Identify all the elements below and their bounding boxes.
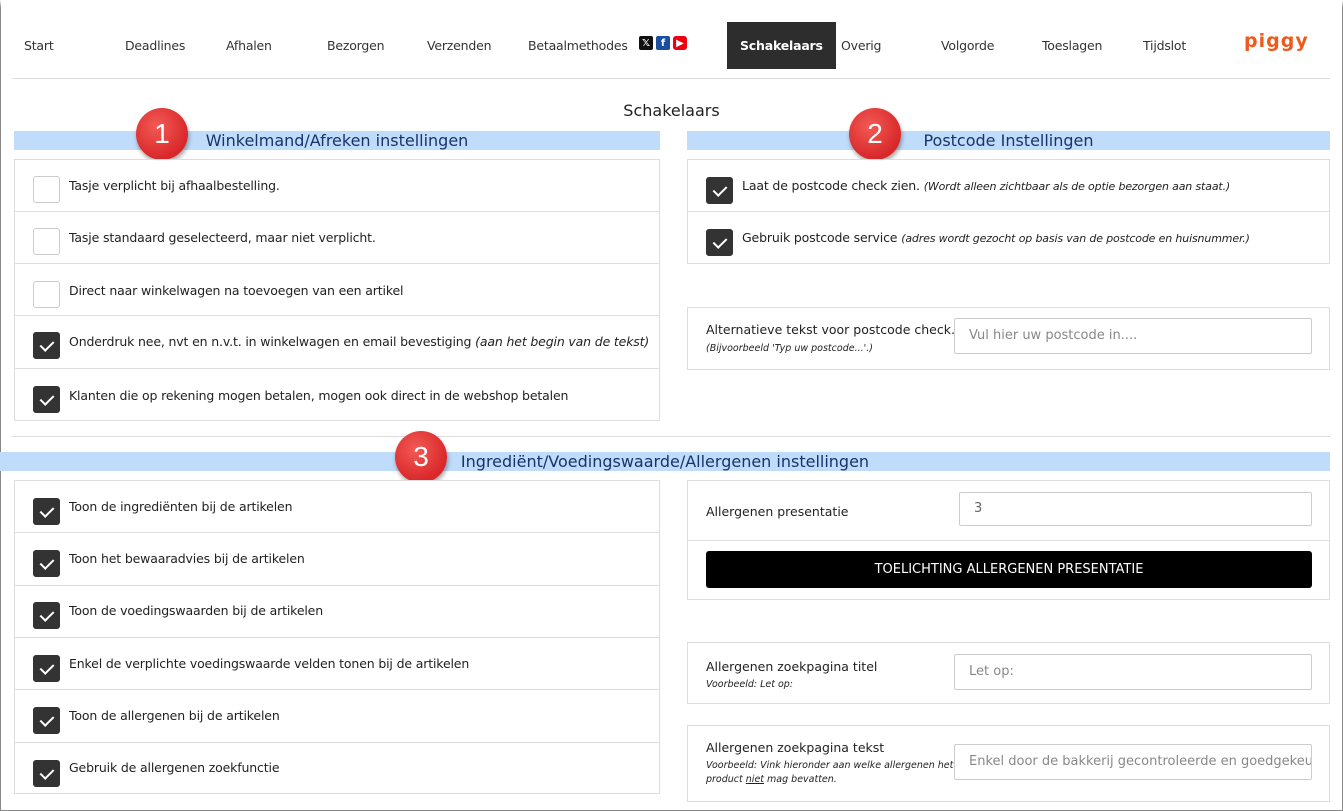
ingredients-checkbox-4[interactable] xyxy=(33,707,60,734)
cart-section-title: Winkelmand/Afreken instellingen xyxy=(14,131,660,150)
row-label: Direct naar winkelwagen na toevoegen van… xyxy=(69,283,404,298)
row-label: Toon de allergenen bij de artikelen xyxy=(69,708,280,723)
nav-start[interactable]: Start xyxy=(24,22,54,69)
badge-2: 2 xyxy=(849,108,901,160)
allergen-search-title-sub: Voorbeeld: Let op: xyxy=(706,679,794,690)
allergen-search-title-input[interactable]: Let op: xyxy=(954,654,1312,690)
facebook-icon[interactable]: f xyxy=(656,36,670,50)
cart-checkbox-0[interactable] xyxy=(33,176,60,203)
ingredients-checkbox-2[interactable] xyxy=(33,602,60,629)
nav-afhalen[interactable]: Afhalen xyxy=(226,22,272,69)
ingredients-checkbox-0[interactable] xyxy=(33,498,60,525)
allergen-search-text-label: Allergenen zoekpagina tekst xyxy=(706,740,885,755)
cart-checkbox-2[interactable] xyxy=(33,281,60,308)
nav-bezorgen[interactable]: Bezorgen xyxy=(327,22,385,69)
list-item: Toon de voedingswaarden bij de artikelen xyxy=(15,586,659,638)
cart-settings-panel: Tasje verplicht bij afhaalbestelling. Ta… xyxy=(14,159,660,421)
row-label-text: Gebruik postcode service xyxy=(742,230,898,245)
nav-schakelaars[interactable]: Schakelaars xyxy=(727,22,836,69)
alt-postcode-label: Alternatieve tekst voor postcode check. xyxy=(706,322,955,337)
sub-line-1: Voorbeeld: Vink hieronder aan welke alle… xyxy=(706,760,954,771)
ingredients-checkbox-1[interactable] xyxy=(33,550,60,577)
row-label: Tasje verplicht bij afhaalbestelling. xyxy=(69,178,280,193)
nav-verzenden[interactable]: Verzenden xyxy=(427,22,492,69)
sub-line-2c: mag bevatten. xyxy=(764,774,837,785)
cart-checkbox-1[interactable] xyxy=(33,228,60,255)
page-title: Schakelaars xyxy=(623,101,720,120)
alt-postcode-sub: (Bijvoorbeeld 'Typ uw postcode...'.) xyxy=(706,343,873,354)
row-label: Onderdruk nee, nvt en n.v.t. in winkelwa… xyxy=(69,334,649,349)
badge-3: 3 xyxy=(395,431,447,483)
nav-betaalmethodes[interactable]: Betaalmethodes xyxy=(528,22,628,69)
ingredients-checkbox-5[interactable] xyxy=(33,760,60,787)
social-links: 𝕏 f ▶ xyxy=(639,36,687,50)
badge-1: 1 xyxy=(136,108,188,160)
row-note: (adres wordt gezocht op basis van de pos… xyxy=(901,232,1250,245)
row-label: Toon de ingrediënten bij de artikelen xyxy=(69,499,293,514)
nav-deadlines[interactable]: Deadlines xyxy=(125,22,185,69)
allergen-search-text-panel: Allergenen zoekpagina tekst Voorbeeld: V… xyxy=(687,725,1330,802)
list-item: Toon de ingrediënten bij de artikelen xyxy=(15,481,659,533)
sub-line-2b: niet xyxy=(745,774,765,785)
allergen-search-title-panel: Allergenen zoekpagina titel Voorbeeld: L… xyxy=(687,642,1330,704)
postcode-section-title: Postcode Instellingen xyxy=(687,131,1330,150)
row-label: Gebruik de allergenen zoekfunctie xyxy=(69,760,280,775)
allergen-search-text-sub: Voorbeeld: Vink hieronder aan welke alle… xyxy=(706,759,953,787)
panel-divider xyxy=(688,540,1329,541)
list-item: Tasje standaard geselecteerd, maar niet … xyxy=(15,212,659,264)
list-item: Gebruik de allergenen zoekfunctie xyxy=(15,743,659,793)
row-label: Klanten die op rekening mogen betalen, m… xyxy=(69,388,569,403)
alt-postcode-text-panel: Alternatieve tekst voor postcode check. … xyxy=(687,307,1330,370)
list-item: Toon de allergenen bij de artikelen xyxy=(15,690,659,743)
postcode-settings-panel: Laat de postcode check zien. (Wordt alle… xyxy=(687,159,1330,264)
row-label: Tasje standaard geselecteerd, maar niet … xyxy=(69,230,376,245)
cart-checkbox-4[interactable] xyxy=(33,386,60,413)
list-item: Direct naar winkelwagen na toevoegen van… xyxy=(15,264,659,316)
list-item: Gebruik postcode service (adres wordt ge… xyxy=(688,212,1329,264)
list-item: Onderdruk nee, nvt en n.v.t. in winkelwa… xyxy=(15,316,659,369)
list-item: Enkel de verplichte voedingswaarde velde… xyxy=(15,638,659,690)
sub-line-2a: product xyxy=(706,774,746,785)
x-icon[interactable]: 𝕏 xyxy=(639,36,653,50)
piggy-logo[interactable]: piggy xyxy=(1244,30,1309,52)
list-item: Tasje verplicht bij afhaalbestelling. xyxy=(15,160,659,212)
row-label: Toon de voedingswaarden bij de artikelen xyxy=(69,603,323,618)
list-item: Klanten die op rekening mogen betalen, m… xyxy=(15,369,659,421)
row-label-text: Onderdruk nee, nvt en n.v.t. in winkelwa… xyxy=(69,334,472,349)
row-label: Toon het bewaaradvies bij de artikelen xyxy=(69,551,305,566)
allergen-presentation-label: Allergenen presentatie xyxy=(706,504,849,519)
cart-checkbox-3[interactable] xyxy=(33,332,60,359)
allergen-presentation-input[interactable]: 3 xyxy=(959,492,1312,526)
nav-toeslagen[interactable]: Toeslagen xyxy=(1042,22,1102,69)
ingredients-section-title: Ingrediënt/Voedingswaarde/Allergenen ins… xyxy=(0,452,1330,471)
nav-tijdslot[interactable]: Tijdslot xyxy=(1143,22,1186,69)
section-divider xyxy=(12,436,1330,437)
row-label: Gebruik postcode service (adres wordt ge… xyxy=(742,230,1250,245)
youtube-icon[interactable]: ▶ xyxy=(673,36,687,50)
allergen-search-title-label: Allergenen zoekpagina titel xyxy=(706,659,878,674)
row-label: Enkel de verplichte voedingswaarde velde… xyxy=(69,656,470,671)
postcode-checkbox-1[interactable] xyxy=(706,229,733,256)
row-label-text: Laat de postcode check zien. xyxy=(742,178,920,193)
nav-volgorde[interactable]: Volgorde xyxy=(941,22,994,69)
nav-overig[interactable]: Overig xyxy=(841,22,881,69)
allergen-search-text-input[interactable]: Enkel door de bakkerij gecontroleerde en… xyxy=(954,744,1312,780)
allergen-presentation-panel: Allergenen presentatie 3 TOELICHTING ALL… xyxy=(687,480,1330,600)
ingredients-checkbox-3[interactable] xyxy=(33,655,60,682)
row-label: Laat de postcode check zien. (Wordt alle… xyxy=(742,178,1230,193)
postcode-checkbox-0[interactable] xyxy=(706,177,733,204)
allergen-presentation-info-button[interactable]: TOELICHTING ALLERGENEN PRESENTATIE xyxy=(706,551,1312,588)
row-note: (Wordt alleen zichtbaar als de optie bez… xyxy=(923,180,1231,193)
nav-divider xyxy=(12,78,1330,79)
alt-postcode-input[interactable]: Vul hier uw postcode in.... xyxy=(954,318,1312,354)
ingredients-settings-panel: Toon de ingrediënten bij de artikelen To… xyxy=(14,480,660,794)
list-item: Toon het bewaaradvies bij de artikelen xyxy=(15,533,659,586)
list-item: Laat de postcode check zien. (Wordt alle… xyxy=(688,160,1329,212)
row-note: (aan het begin van de tekst) xyxy=(475,334,650,349)
